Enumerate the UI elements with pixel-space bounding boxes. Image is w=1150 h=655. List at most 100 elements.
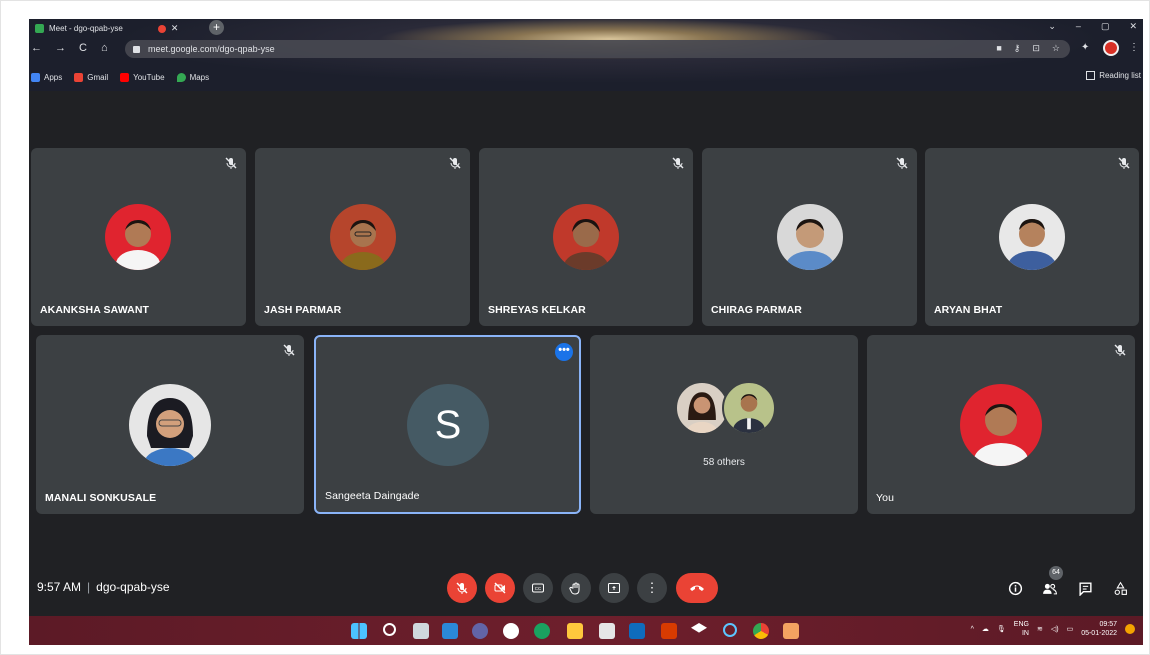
bookmark-youtube[interactable]: YouTube (120, 72, 165, 82)
clock[interactable]: 09:57 05-01-2022 (1081, 620, 1117, 638)
volume-icon[interactable]: ◁) (1051, 625, 1059, 633)
meeting-info: 9:57 AM | dgo-qpab-yse (37, 580, 170, 594)
mic-off-icon (449, 157, 461, 169)
avatar (999, 204, 1065, 270)
activities-button[interactable] (1109, 577, 1131, 599)
captions-button[interactable]: CC (523, 573, 553, 603)
meet-app-icon[interactable] (783, 623, 799, 639)
language-indicator[interactable]: ENG IN (1014, 620, 1029, 638)
chrome-icon[interactable] (753, 623, 769, 639)
chat-button[interactable] (1074, 577, 1096, 599)
close-window-icon[interactable]: ✕ (1129, 21, 1137, 32)
reading-list[interactable]: Reading list (1086, 71, 1141, 80)
tab-close-icon[interactable]: ✕ (171, 23, 179, 34)
raise-hand-button[interactable] (561, 573, 591, 603)
tab-meet[interactable]: Meet - dgo-qpab-yse ✕ (29, 21, 209, 36)
more-vert-icon: ⋮ (645, 580, 659, 595)
wifi-icon[interactable]: ≋ (1037, 625, 1043, 633)
store-icon[interactable] (599, 623, 615, 639)
teams-icon[interactable] (472, 623, 488, 639)
chevron-down-icon[interactable]: ⌄ (1048, 21, 1056, 32)
participant-name: You (876, 492, 895, 504)
address-bar[interactable]: meet.google.com/dgo-qpab-yse ■ ⚷ ⊡ ☆ (125, 40, 1070, 58)
mic-off-icon (1114, 344, 1126, 356)
start-windows-icon[interactable] (351, 623, 367, 639)
meeting-time: 9:57 AM (37, 580, 82, 594)
cortana-icon[interactable] (723, 623, 737, 637)
avatar (960, 384, 1042, 466)
search-icon[interactable] (383, 623, 396, 636)
cloud-icon[interactable]: ☁ (982, 625, 989, 633)
bookmark-apps[interactable]: Apps (31, 72, 62, 82)
gmail-icon (74, 72, 84, 82)
battery-icon[interactable]: ▭ (1067, 625, 1074, 633)
app-circle-icon[interactable] (503, 623, 519, 639)
home-icon[interactable]: ⌂ (101, 42, 108, 54)
participant-tile[interactable]: CHIRAG PARMAR (702, 148, 917, 326)
participant-tile-active-speaker[interactable]: ••• S Sangeeta Daingade (314, 335, 581, 514)
participant-tile[interactable]: JASH PARMAR (255, 148, 470, 326)
menu-dots-icon[interactable]: ⋮ (1129, 42, 1139, 53)
participant-tile[interactable]: ARYAN BHAT (925, 148, 1139, 326)
avatar (722, 381, 776, 435)
widgets-icon[interactable] (442, 623, 458, 639)
avatar (105, 204, 171, 270)
avatar (129, 384, 211, 466)
tab-strip: Meet - dgo-qpab-yse ✕ + ⌄ – ▢ ✕ (29, 19, 1143, 36)
participant-name: JASH PARMAR (264, 304, 342, 316)
participant-tile[interactable]: SHREYAS KELKAR (479, 148, 693, 326)
leave-call-button[interactable] (676, 573, 718, 603)
dropbox-icon[interactable] (691, 623, 707, 633)
forward-icon[interactable]: → (55, 42, 66, 54)
mic-toggle-button[interactable] (447, 573, 477, 603)
mic-icon[interactable]: 🎙 (997, 625, 1006, 633)
star-icon[interactable]: ☆ (1052, 43, 1060, 54)
address-bar-icons: ■ ⚷ ⊡ ☆ (996, 43, 1060, 54)
initial-avatar: S (407, 384, 489, 466)
present-button[interactable] (599, 573, 629, 603)
mic-off-icon (225, 157, 237, 169)
info-icon (1008, 581, 1022, 595)
avatar (330, 204, 396, 270)
camera-icon[interactable]: ■ (996, 43, 1001, 54)
notification-icon[interactable] (1125, 624, 1135, 634)
new-tab-button[interactable]: + (209, 20, 224, 35)
maximize-icon[interactable]: ▢ (1101, 21, 1110, 32)
others-tile[interactable]: 58 others (590, 335, 858, 514)
chevron-up-icon[interactable]: ^ (971, 626, 974, 633)
more-options-button[interactable]: ⋮ (637, 573, 667, 603)
lock-icon (133, 45, 140, 53)
reading-list-icon (1086, 71, 1096, 80)
people-button[interactable] (1038, 577, 1060, 599)
office-icon[interactable] (661, 623, 677, 639)
participant-name: MANALI SONKUSALE (45, 492, 157, 504)
file-explorer-icon[interactable] (567, 623, 583, 639)
url-text: meet.google.com/dgo-qpab-yse (148, 44, 275, 54)
avatar (777, 204, 843, 270)
participant-tile[interactable]: MANALI SONKUSALE (36, 335, 304, 514)
edge-icon[interactable] (534, 623, 550, 639)
bookmarks-bar: Apps Gmail YouTube Maps (29, 69, 1143, 85)
participant-name: CHIRAG PARMAR (711, 304, 802, 316)
task-view-icon[interactable] (413, 623, 429, 639)
extensions-icon[interactable]: ✦ (1081, 42, 1089, 53)
reload-icon[interactable]: C (79, 42, 87, 54)
bookmark-maps[interactable]: Maps (176, 72, 209, 82)
minimize-icon[interactable]: – (1076, 21, 1081, 32)
profile-avatar[interactable] (1103, 40, 1119, 56)
apps-grid-icon (31, 72, 40, 82)
key-icon[interactable]: ⚷ (1014, 43, 1021, 54)
meeting-details-button[interactable] (1004, 577, 1026, 599)
participant-tile[interactable]: AKANKSHA SAWANT (31, 148, 246, 326)
avatar (675, 381, 729, 435)
camera-toggle-button[interactable] (485, 573, 515, 603)
hang-up-icon (690, 585, 704, 591)
mail-icon[interactable] (629, 623, 645, 639)
screen: Meet - dgo-qpab-yse ✕ + ⌄ – ▢ ✕ ← → C ⌂ … (29, 19, 1143, 645)
bookmark-gmail[interactable]: Gmail (74, 72, 108, 82)
install-icon[interactable]: ⊡ (1032, 43, 1040, 54)
recording-dot-icon (157, 24, 166, 33)
back-icon[interactable]: ← (31, 42, 42, 54)
self-tile[interactable]: You (867, 335, 1135, 514)
more-options-icon[interactable]: ••• (555, 343, 573, 361)
